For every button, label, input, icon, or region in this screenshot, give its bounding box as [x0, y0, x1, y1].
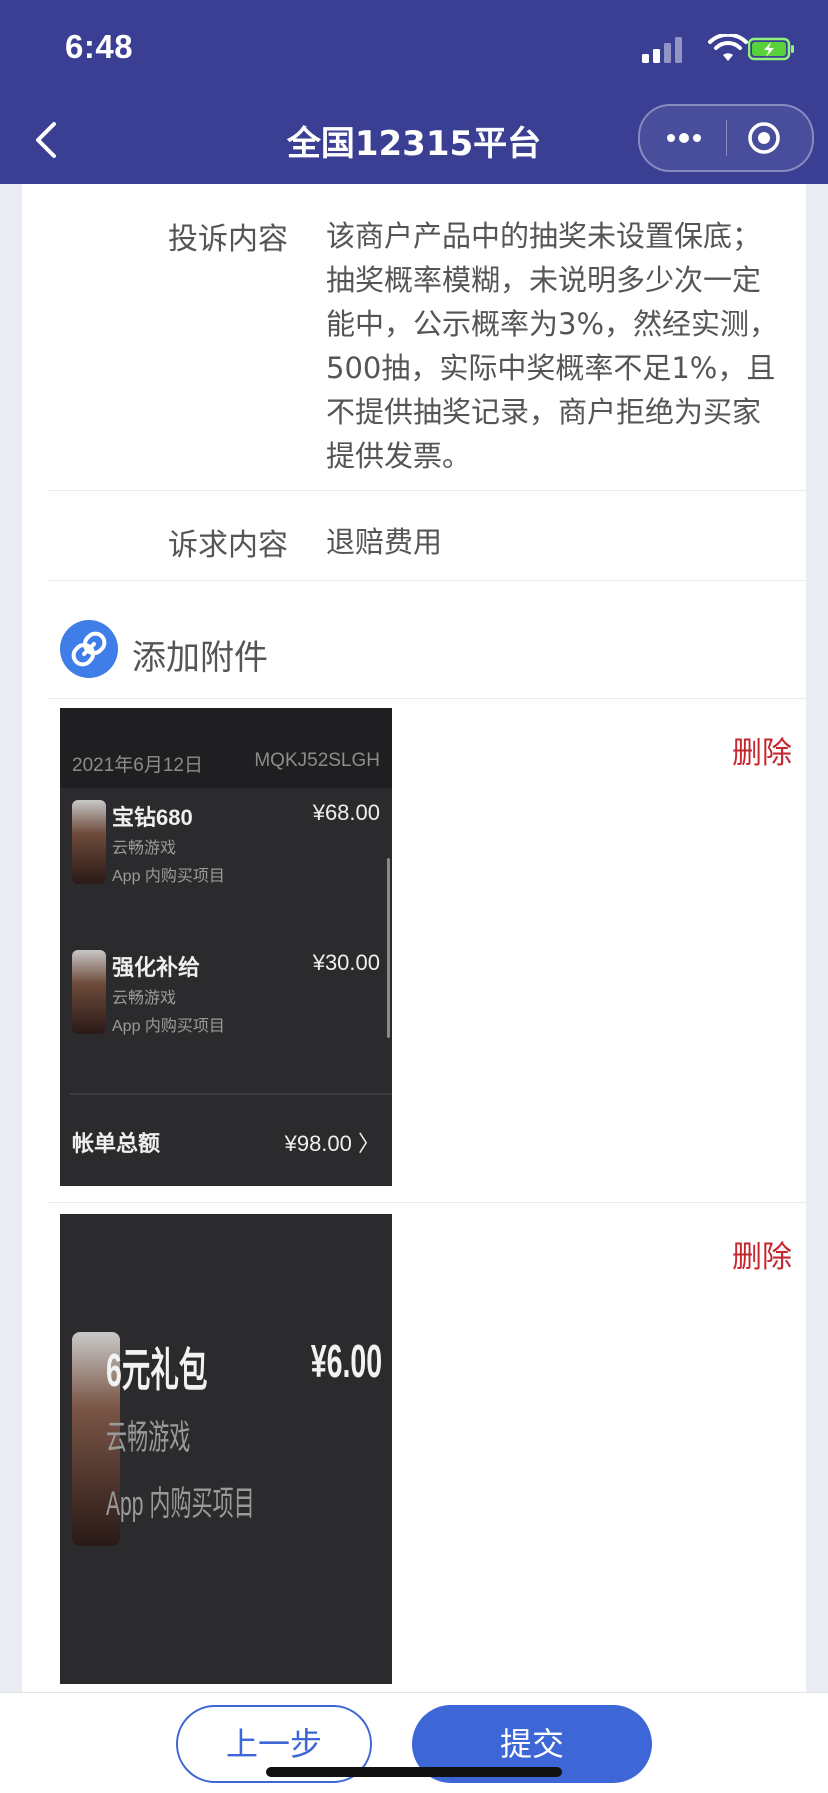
- wifi-icon: [708, 34, 748, 61]
- nav-bar: 全国12315平台: [0, 100, 828, 184]
- more-icon[interactable]: [662, 124, 706, 152]
- status-bar: 6:48: [0, 0, 828, 100]
- bottom-action-bar: 上一步 提交: [0, 1692, 828, 1793]
- complaint-content-label: 投诉内容: [168, 222, 288, 257]
- item-developer: 云畅游戏: [106, 1419, 191, 1457]
- delete-attachment-button[interactable]: 删除: [732, 1232, 792, 1276]
- receipt-line-item: 宝钻680 云畅游戏 App 内购买项目 ¥68.00: [60, 800, 392, 910]
- item-developer: 云畅游戏: [112, 840, 177, 857]
- delete-attachment-button[interactable]: 删除: [732, 728, 792, 772]
- signal-icon: [642, 37, 682, 63]
- receipt-total-label: 帐单总额: [72, 1131, 161, 1156]
- attachment-thumbnail[interactable]: 6元礼包 云畅游戏 App 内购买项目 ¥6.00: [60, 1214, 392, 1684]
- item-name: 强化补给: [112, 955, 201, 980]
- miniprogram-capsule: [638, 104, 814, 172]
- add-attachment-label: 添加附件: [132, 638, 268, 678]
- home-indicator: [266, 1767, 562, 1777]
- close-miniprogram-icon[interactable]: [746, 120, 782, 156]
- attachment-thumbnail[interactable]: 2021年6月12日 MQKJ52SLGH 宝钻680 云畅游戏 App 内购买…: [60, 708, 392, 1186]
- capsule-divider: [726, 120, 727, 156]
- item-name: 宝钻680: [112, 805, 193, 830]
- receipt-total-value: ¥98.00 〉: [284, 1131, 380, 1156]
- receipt-divider: [70, 1093, 392, 1095]
- attachment-icon-circle: [60, 620, 118, 678]
- receipt-scrollbar: [387, 858, 390, 1038]
- item-type: App 内购买项目: [112, 868, 225, 885]
- game-app-icon: [72, 950, 106, 1034]
- status-time: 6:48: [65, 28, 134, 65]
- receipt-header: 2021年6月12日 MQKJ52SLGH: [60, 708, 392, 788]
- battery-charging-icon: [748, 37, 794, 61]
- demand-content-row: 诉求内容 退赔费用: [48, 490, 806, 581]
- item-type: App 内购买项目: [106, 1485, 255, 1523]
- add-attachment-button[interactable]: 添加附件: [48, 580, 806, 699]
- item-price: ¥30.00: [312, 950, 380, 975]
- receipt-line-item: 强化补给 云畅游戏 App 内购买项目 ¥30.00: [60, 950, 392, 1060]
- item-name: 6元礼包: [106, 1344, 208, 1396]
- link-icon: [71, 631, 107, 667]
- item-price: ¥68.00: [312, 800, 380, 825]
- demand-content-value: 退赔费用: [326, 525, 443, 559]
- demand-content-label: 诉求内容: [168, 528, 288, 563]
- item-price: ¥6.00: [310, 1335, 382, 1387]
- attachment-item: 6元礼包 云畅游戏 App 内购买项目 ¥6.00 删除: [48, 1202, 806, 1692]
- item-developer: 云畅游戏: [112, 990, 177, 1007]
- attachment-item: 2021年6月12日 MQKJ52SLGH 宝钻680 云畅游戏 App 内购买…: [48, 698, 806, 1203]
- game-app-icon: [72, 800, 106, 884]
- complaint-form: 投诉内容 该商户产品中的抽奖未设置保底；抽奖概率模糊，未说明多少次一定能中，公示…: [22, 184, 806, 1692]
- complaint-content-value: 该商户产品中的抽奖未设置保底；抽奖概率模糊，未说明多少次一定能中，公示概率为3%…: [326, 219, 779, 473]
- receipt-order-id: MQKJ52SLGH: [254, 750, 380, 771]
- item-type: App 内购买项目: [112, 1018, 225, 1035]
- status-icons: [618, 34, 798, 66]
- receipt-date: 2021年6月12日: [72, 755, 203, 776]
- complaint-content-row: 投诉内容 该商户产品中的抽奖未设置保底；抽奖概率模糊，未说明多少次一定能中，公示…: [48, 184, 806, 491]
